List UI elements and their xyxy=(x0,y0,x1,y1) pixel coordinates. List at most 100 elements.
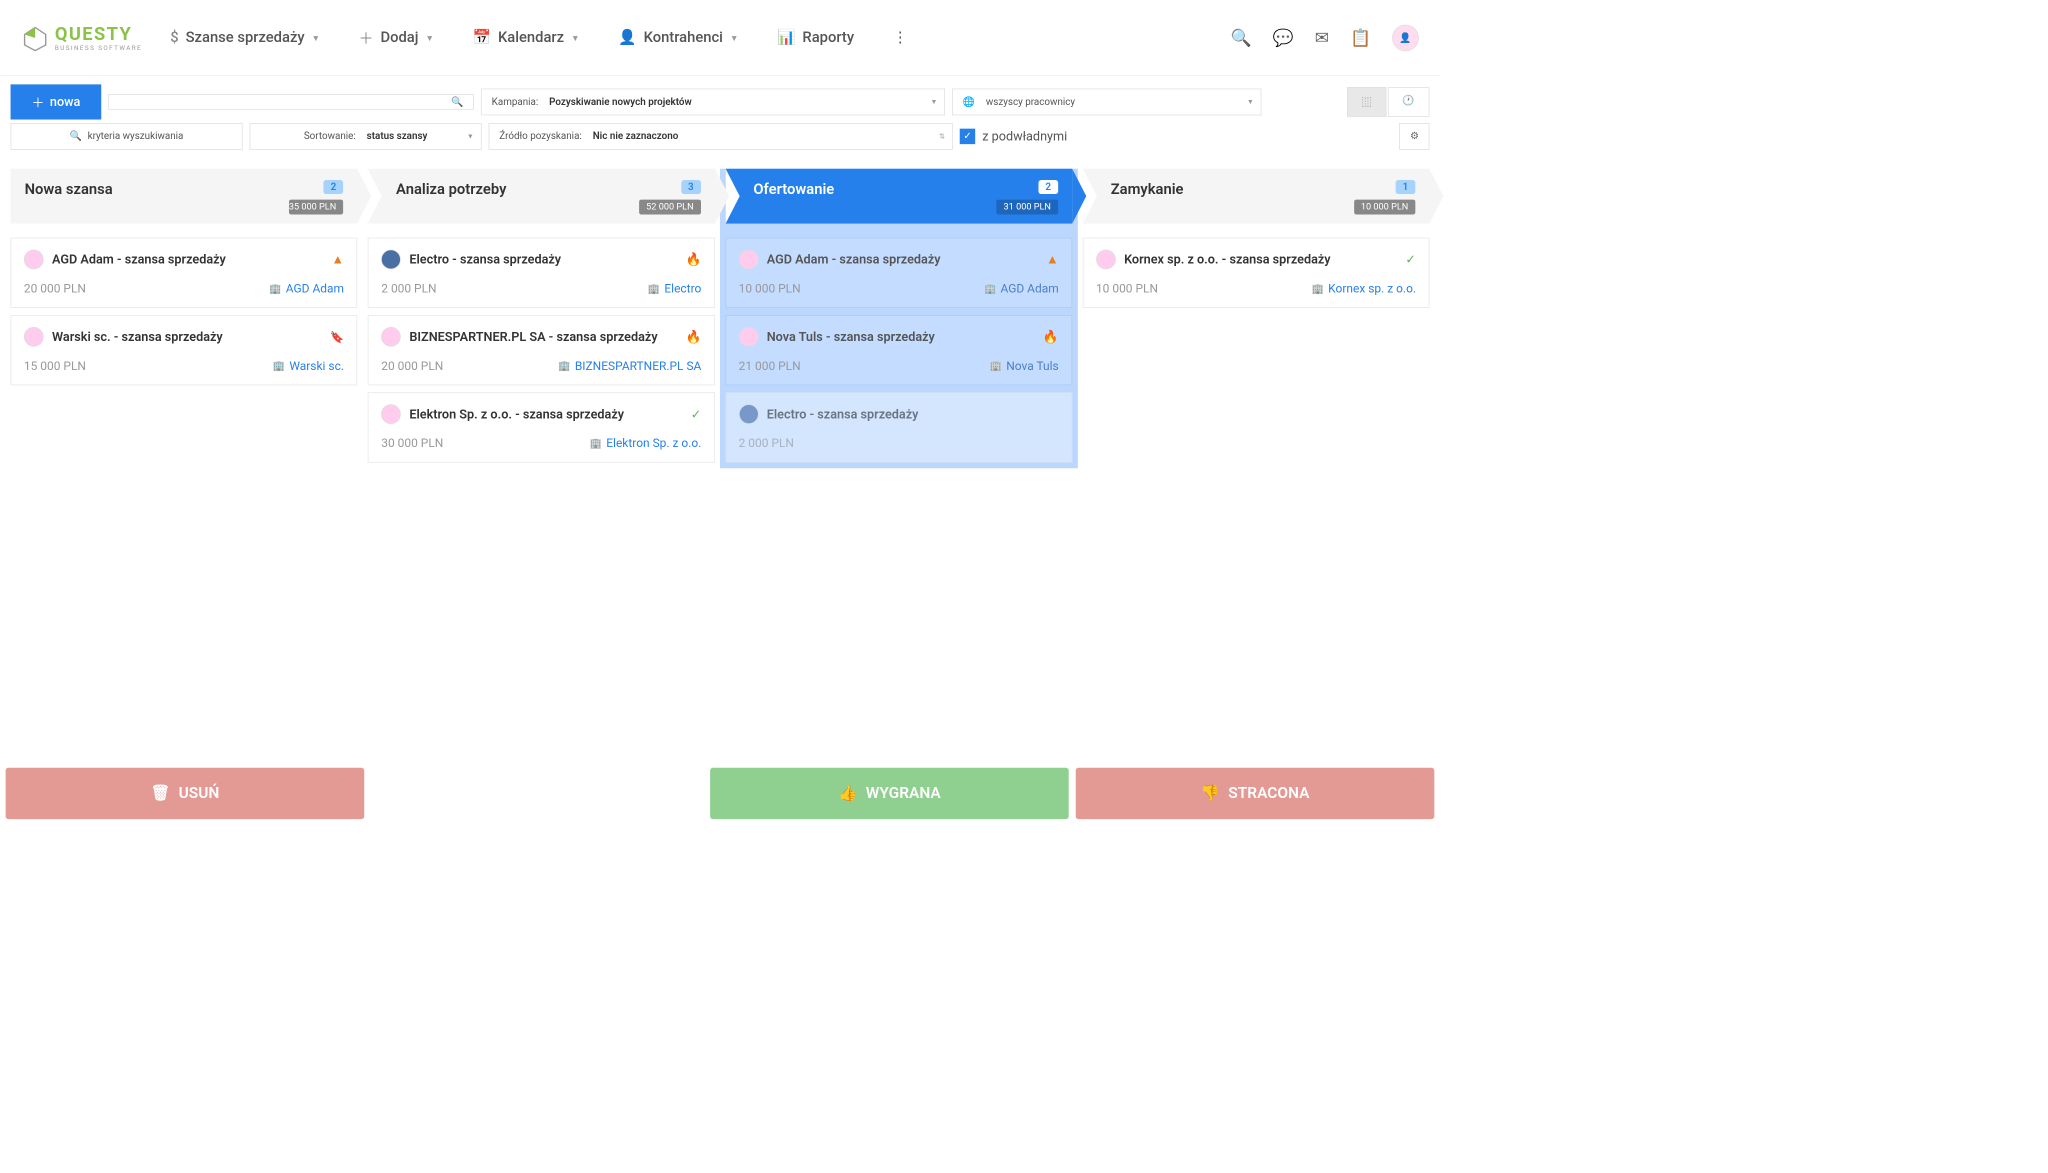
opportunity-card[interactable]: Nova Tuls - szansa sprzedaży 🔥 21 000 PL… xyxy=(725,315,1072,385)
main-nav: $Szanse sprzedaży▼ ＋ Dodaj ▼ 📅Kalendarz▼ 👤… xyxy=(170,27,1230,48)
building-icon: 🏢 xyxy=(269,283,281,294)
logo[interactable]: QUESTY BUSINESS SOFTWARE xyxy=(21,24,142,52)
opportunity-card[interactable]: Kornex sp. z o.o. - szansa sprzedaży ✓ 1… xyxy=(1083,238,1430,308)
search-input[interactable]: 🔍 xyxy=(108,94,474,109)
opportunity-card[interactable]: Electro - szansa sprzedaży 2 000 PLN xyxy=(725,392,1072,462)
won-button[interactable]: 👍WYGRANA xyxy=(710,768,1069,819)
logo-text: QUESTY xyxy=(55,24,142,45)
card-company-link[interactable]: 🏢Nova Tuls xyxy=(990,359,1059,373)
card-avatar xyxy=(739,404,759,424)
opportunity-card[interactable]: AGD Adam - szansa sprzedaży ▲ 10 000 PLN… xyxy=(725,238,1072,308)
employees-dropdown[interactable]: 🌐 wszyscy pracownicy▼ xyxy=(952,89,1261,116)
column-header[interactable]: Zamykanie 1 10 000 PLN xyxy=(1083,169,1430,224)
opportunity-card[interactable]: Elektron Sp. z o.o. - szansa sprzedaży ✓… xyxy=(368,392,715,462)
card-company-link[interactable]: 🏢Warski sc. xyxy=(273,359,344,373)
card-company-link[interactable]: 🏢AGD Adam xyxy=(984,282,1059,296)
column-header[interactable]: Ofertowanie 2 31 000 PLN xyxy=(725,169,1072,224)
nav-contractors[interactable]: 👤Kontrahenci▼ xyxy=(618,27,738,48)
chevron-down-icon: ▼ xyxy=(426,33,434,43)
count-badge: 3 xyxy=(681,180,701,194)
kanban-column: Nowa szansa 2 35 000 PLN AGD Adam - szan… xyxy=(11,169,358,469)
card-company-link[interactable]: 🏢BIZNESPARTNER.PL SA xyxy=(558,359,701,373)
trash-icon: 🗑 xyxy=(151,785,171,803)
checkbox-checked-icon: ✓ xyxy=(960,129,975,144)
user-avatar[interactable]: 👤 xyxy=(1392,24,1419,51)
sort-dropdown[interactable]: Sortowanie: status szansy▼ xyxy=(250,123,482,150)
button-label: nowa xyxy=(50,95,80,110)
chat-icon[interactable]: 💬 xyxy=(1273,28,1294,48)
chevron-down-icon: ▼ xyxy=(312,33,320,43)
dropdown-label: Źródło pozyskania: xyxy=(499,131,582,142)
globe-icon: 🌐 xyxy=(963,96,975,107)
chevron-down-icon: ▼ xyxy=(930,98,937,106)
checkbox-label: z podwładnymi xyxy=(982,129,1067,144)
search-icon[interactable]: 🔍 xyxy=(1231,28,1252,48)
opportunity-card[interactable]: Warski sc. - szansa sprzedaży 🔖 15 000 P… xyxy=(11,315,358,385)
card-amount: 20 000 PLN xyxy=(24,282,86,296)
kanban-board: Nowa szansa 2 35 000 PLN AGD Adam - szan… xyxy=(0,158,1440,479)
dollar-icon: $ xyxy=(170,29,178,46)
building-icon: 🏢 xyxy=(984,283,996,294)
delete-button[interactable]: 🗑USUŃ xyxy=(6,768,365,819)
card-amount: 2 000 PLN xyxy=(739,437,794,451)
check-icon: ✓ xyxy=(1405,252,1416,267)
column-sum: 52 000 PLN xyxy=(639,200,700,215)
dropdown-value: wszyscy pracownicy xyxy=(986,96,1075,107)
column-sum: 35 000 PLN xyxy=(289,200,343,215)
card-amount: 2 000 PLN xyxy=(381,282,436,296)
card-company-link[interactable]: 🏢Electro xyxy=(648,282,701,296)
search-icon: 🔍 xyxy=(70,131,82,142)
card-company-link[interactable]: 🏢Kornex sp. z o.o. xyxy=(1312,282,1416,296)
settings-button[interactable]: ⚙ xyxy=(1399,123,1429,150)
card-title: AGD Adam - szansa sprzedaży xyxy=(52,252,323,267)
timeline-view-button[interactable]: 🕐 xyxy=(1388,87,1430,117)
lost-button[interactable]: 👎STRACONA xyxy=(1076,768,1435,819)
card-avatar xyxy=(381,404,401,424)
nav-calendar[interactable]: 📅Kalendarz▼ xyxy=(473,27,580,48)
building-icon: 🏢 xyxy=(1312,283,1324,294)
card-list: Electro - szansa sprzedaży 🔥 2 000 PLN 🏢… xyxy=(368,238,715,463)
nav-reports[interactable]: 📊Raporty xyxy=(777,27,854,48)
kanban-column: Ofertowanie 2 31 000 PLN AGD Adam - szan… xyxy=(720,169,1078,469)
gear-icon: ⚙ xyxy=(1410,131,1419,142)
dropdown-value: status szansy xyxy=(367,131,428,142)
nav-label: Kalendarz xyxy=(498,29,564,46)
card-title: Electro - szansa sprzedaży xyxy=(409,252,677,267)
opportunity-card[interactable]: AGD Adam - szansa sprzedaży ▲ 20 000 PLN… xyxy=(11,238,358,308)
warning-icon: ▲ xyxy=(331,252,344,267)
card-amount: 30 000 PLN xyxy=(381,437,443,451)
count-badge: 2 xyxy=(1038,180,1058,194)
button-label: WYGRANA xyxy=(866,785,941,803)
building-icon: 🏢 xyxy=(273,361,285,372)
nav-more[interactable]: ⋮ xyxy=(893,27,908,48)
nav-sales[interactable]: $Szanse sprzedaży▼ xyxy=(170,27,320,48)
card-title: Warski sc. - szansa sprzedaży xyxy=(52,329,322,344)
card-avatar xyxy=(381,327,401,347)
count-badge: 1 xyxy=(1396,180,1416,194)
column-title: Nowa szansa xyxy=(25,181,344,198)
card-title: Electro - szansa sprzedaży xyxy=(767,407,1059,422)
nav-label: Dodaj xyxy=(380,29,418,46)
subordinates-checkbox[interactable]: ✓ z podwładnymi xyxy=(960,129,1067,144)
column-header[interactable]: Analiza potrzeby 3 52 000 PLN xyxy=(368,169,715,224)
kanban-view-button[interactable]: ⿲ xyxy=(1347,87,1386,117)
chevron-down-icon: ▼ xyxy=(467,133,474,141)
card-company-link[interactable]: 🏢Elektron Sp. z o.o. xyxy=(590,437,702,451)
search-criteria-button[interactable]: 🔍kryteria wyszukiwania xyxy=(11,123,243,150)
source-dropdown[interactable]: Źródło pozyskania: Nic nie zaznaczono⇅ xyxy=(489,123,953,150)
opportunity-card[interactable]: Electro - szansa sprzedaży 🔥 2 000 PLN 🏢… xyxy=(368,238,715,308)
fire-icon: 🔥 xyxy=(686,252,702,267)
opportunity-card[interactable]: BIZNESPARTNER.PL SA - szansa sprzedaży 🔥… xyxy=(368,315,715,385)
new-button[interactable]: ＋nowa xyxy=(11,84,102,119)
nav-add[interactable]: ＋ Dodaj ▼ xyxy=(359,27,434,48)
card-title: AGD Adam - szansa sprzedaży xyxy=(767,252,1038,267)
column-header[interactable]: Nowa szansa 2 35 000 PLN xyxy=(11,169,358,224)
card-title: Elektron Sp. z o.o. - szansa sprzedaży xyxy=(409,407,682,422)
dropdown-label: Kampania: xyxy=(492,96,539,107)
clipboard-icon[interactable]: 📋 xyxy=(1350,28,1371,48)
mail-icon[interactable]: ✉ xyxy=(1315,28,1329,48)
plus-icon: ＋ xyxy=(359,27,374,48)
campaign-dropdown[interactable]: Kampania: Pozyskiwanie nowych projektów▼ xyxy=(481,89,945,116)
building-icon: 🏢 xyxy=(648,283,660,294)
card-company-link[interactable]: 🏢AGD Adam xyxy=(269,282,344,296)
